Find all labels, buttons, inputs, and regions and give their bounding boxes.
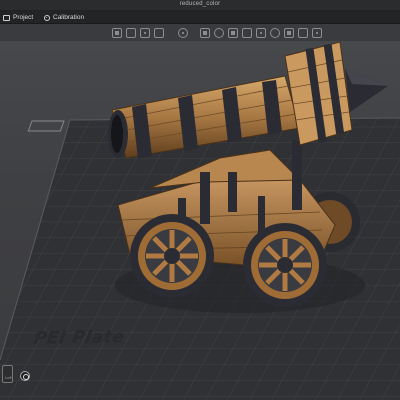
view-corner-button[interactable]: Left (2, 365, 13, 383)
import-icon[interactable] (112, 28, 122, 38)
plate-label: PEI Plate (32, 327, 126, 349)
calibration-icon (44, 14, 50, 21)
measure-icon[interactable] (312, 28, 322, 38)
tab-calibration-label: Calibration (53, 14, 85, 21)
paint-icon[interactable] (284, 28, 294, 38)
toolbar (0, 25, 400, 41)
seam-icon[interactable] (270, 28, 280, 38)
tab-project[interactable]: Project (3, 12, 33, 23)
window-title: reduced_color (179, 1, 221, 7)
cut-icon[interactable] (242, 28, 252, 38)
layout-icon[interactable] (178, 28, 188, 38)
project-icon (3, 14, 10, 21)
support-icon[interactable] (256, 28, 266, 38)
scale-icon[interactable] (228, 28, 238, 38)
text-icon[interactable] (298, 28, 308, 38)
window-titlebar: reduced_color (0, 0, 400, 11)
tab-project-label: Project (13, 14, 34, 21)
rotate-icon[interactable] (214, 28, 224, 38)
slice-icon[interactable] (126, 28, 136, 38)
corner-label: Left (5, 375, 12, 380)
move-icon[interactable] (200, 28, 210, 38)
front-wheel (130, 214, 214, 298)
arrange-icon[interactable] (140, 28, 150, 38)
3d-viewport[interactable]: PEI Plate (0, 41, 400, 400)
origin-marker (27, 120, 65, 132)
main-tabbar: Project Calibration (0, 11, 400, 24)
camera-icon[interactable] (20, 371, 30, 381)
back-wheel (243, 223, 327, 307)
orient-icon[interactable] (154, 28, 164, 38)
tab-calibration[interactable]: Calibration (44, 12, 84, 23)
